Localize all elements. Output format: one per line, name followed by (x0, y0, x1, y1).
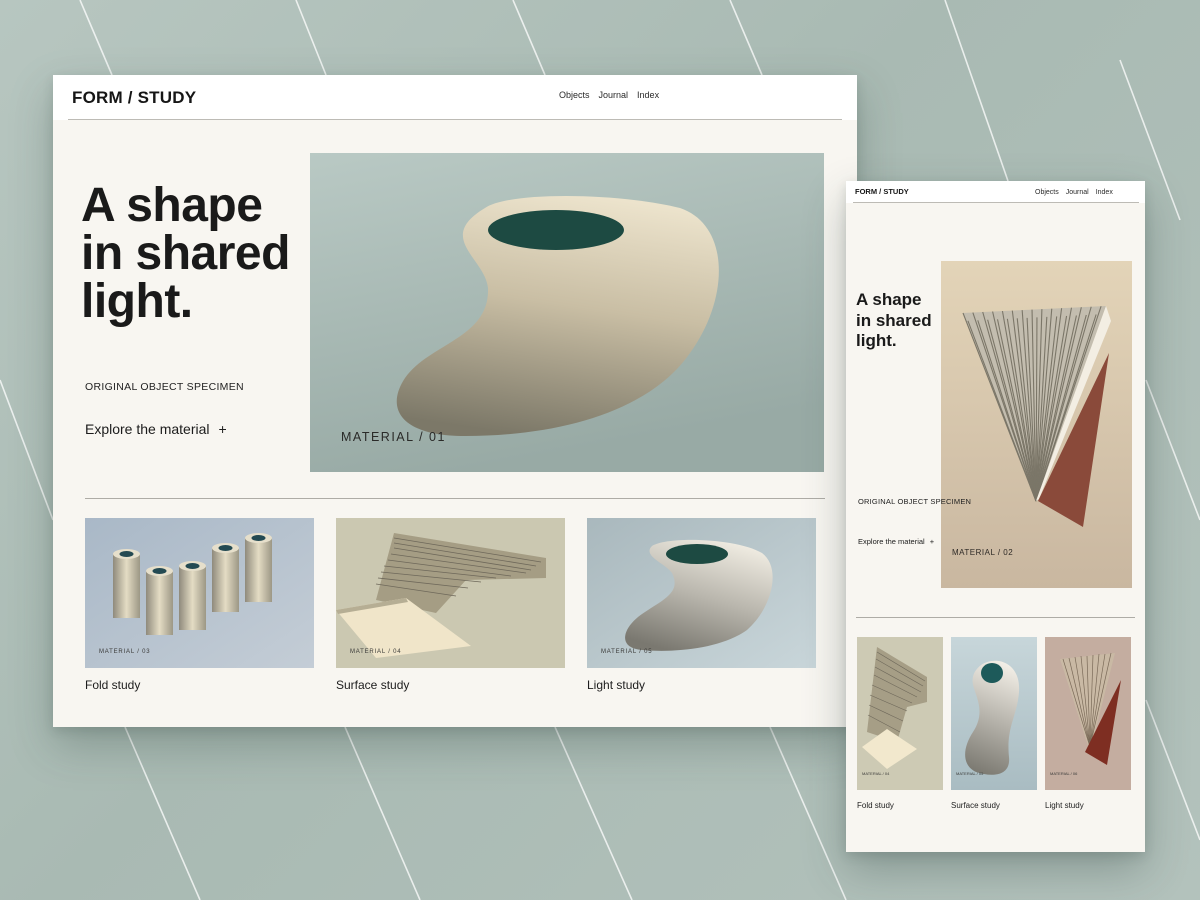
mobile-nav: Objects Journal Index (1035, 189, 1113, 196)
nav-index[interactable]: Index (1096, 189, 1113, 196)
card-image-label: MATERIAL / 03 (99, 649, 151, 655)
nav-objects[interactable]: Objects (559, 90, 590, 100)
card-caption: Light study (587, 678, 646, 692)
card-image: MATERIAL / 06 (1045, 637, 1131, 790)
nav-index[interactable]: Index (637, 90, 659, 100)
hero-image-label: MATERIAL / 02 (952, 548, 1014, 557)
explore-material-link[interactable]: Explore the material + (858, 537, 934, 546)
desktop-mockup: FORM / STUDY Objects Journal Index A sha… (53, 75, 857, 727)
hero-image: MATERIAL / 02 (941, 261, 1132, 588)
plus-icon: + (929, 537, 935, 546)
card-image: MATERIAL / 04 (857, 637, 943, 790)
nav-journal[interactable]: Journal (599, 90, 629, 100)
hero-title-line: A shape (856, 290, 922, 309)
header-divider (68, 119, 842, 120)
study-card[interactable]: MATERIAL / 05 Surface study (951, 637, 1037, 810)
study-card[interactable]: MATERIAL / 04 Fold study (857, 637, 943, 810)
cta-label: Explore the material (85, 421, 210, 437)
study-card[interactable]: MATERIAL / 05 Light study (587, 518, 816, 692)
card-image: MATERIAL / 05 (951, 637, 1037, 790)
study-card[interactable]: MATERIAL / 03 Fold study (85, 518, 314, 692)
desktop-nav: Objects Journal Index (559, 90, 659, 100)
hero-kicker: ORIGINAL OBJECT SPECIMEN (85, 381, 244, 393)
card-image-label: MATERIAL / 05 (601, 649, 653, 655)
hero-kicker: ORIGINAL OBJECT SPECIMEN (858, 497, 972, 506)
hero-title-line: in shared (81, 227, 290, 280)
card-image-label: MATERIAL / 04 (862, 771, 890, 776)
hero-title-line: A shape (81, 179, 263, 232)
site-logo[interactable]: FORM / STUDY (72, 88, 196, 108)
hero-title-line: light. (81, 275, 193, 328)
hero-title: A shape in shared light. (856, 290, 946, 352)
section-divider (85, 498, 825, 499)
card-caption: Fold study (857, 801, 894, 810)
card-image: MATERIAL / 04 (336, 518, 565, 668)
study-card[interactable]: MATERIAL / 04 Surface study (336, 518, 565, 692)
hero-title-line: in shared (856, 310, 932, 330)
card-caption: Surface study (336, 678, 410, 692)
plus-icon: + (218, 421, 227, 437)
desktop-header: FORM / STUDY Objects Journal Index (53, 75, 857, 120)
mobile-header: FORM / STUDY Objects Journal Index (846, 181, 1145, 203)
study-card[interactable]: MATERIAL / 06 Light study (1045, 637, 1131, 810)
card-image-label: MATERIAL / 06 (1050, 771, 1078, 776)
card-caption: Surface study (951, 801, 1000, 810)
nav-objects[interactable]: Objects (1035, 189, 1059, 196)
section-divider (856, 617, 1135, 618)
mobile-mockup: FORM / STUDY Objects Journal Index MATER… (846, 181, 1145, 852)
cta-label: Explore the material (858, 537, 925, 546)
card-image: MATERIAL / 03 (85, 518, 314, 668)
hero-image-label: MATERIAL / 01 (341, 430, 446, 444)
hero-title-line: light. (856, 331, 897, 350)
nav-journal[interactable]: Journal (1066, 189, 1089, 196)
card-image-label: MATERIAL / 04 (350, 649, 402, 655)
hero-title: A shape in shared light. (81, 182, 311, 326)
card-caption: Light study (1045, 801, 1084, 810)
card-image: MATERIAL / 05 (587, 518, 816, 668)
header-divider (853, 202, 1139, 203)
explore-material-link[interactable]: Explore the material + (85, 421, 227, 437)
card-caption: Fold study (85, 678, 141, 692)
card-image-label: MATERIAL / 05 (956, 771, 984, 776)
hero-image: MATERIAL / 01 (310, 153, 824, 472)
site-logo[interactable]: FORM / STUDY (855, 187, 909, 196)
